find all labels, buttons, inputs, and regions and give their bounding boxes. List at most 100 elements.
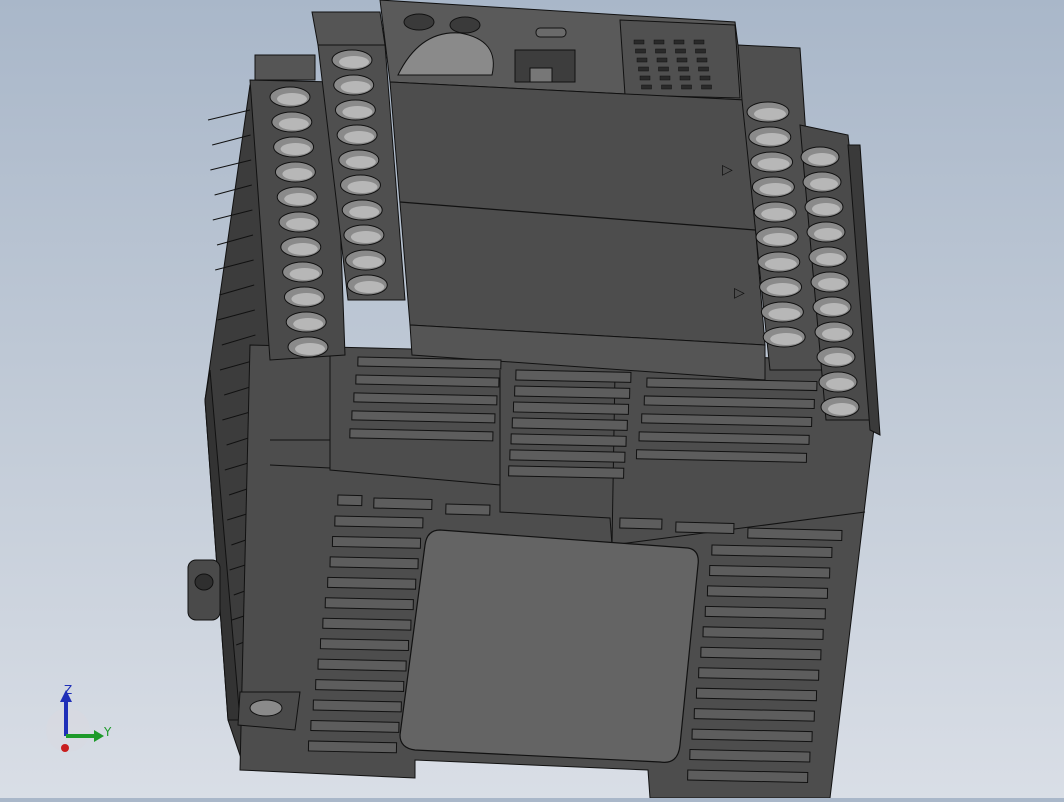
vent-slot bbox=[702, 626, 824, 640]
vent-slot bbox=[689, 749, 811, 763]
y-axis-head bbox=[94, 730, 104, 742]
terminal-screw-hole-inner bbox=[287, 243, 318, 255]
vent-slot bbox=[695, 687, 818, 702]
vent-slot bbox=[700, 646, 822, 661]
vent-slot bbox=[510, 433, 627, 447]
led-slot bbox=[653, 39, 665, 45]
vent-slot bbox=[310, 719, 400, 733]
vent-slot bbox=[709, 564, 831, 579]
vent-slot bbox=[319, 638, 410, 652]
terminal-screw-hole-inner bbox=[277, 93, 307, 105]
vent-slot bbox=[509, 449, 626, 463]
terminal-screw-hole-inner bbox=[284, 193, 315, 205]
vent-slot bbox=[327, 576, 417, 590]
vent-slot bbox=[687, 769, 809, 784]
led-slot bbox=[641, 84, 652, 90]
led-slot bbox=[633, 39, 645, 45]
mounting-foot bbox=[237, 691, 301, 731]
terminal-screw-hole-inner bbox=[286, 218, 316, 230]
terminal-screw-hole-inner bbox=[818, 278, 846, 290]
led-slot bbox=[636, 57, 648, 63]
terminal-screw-hole-inner bbox=[293, 318, 324, 330]
terminal-screw-hole-inner bbox=[761, 208, 794, 220]
terminal-cover: ▷ ▷ bbox=[389, 81, 766, 381]
vent-slot bbox=[334, 515, 424, 529]
terminal-screw-hole-inner bbox=[345, 156, 376, 168]
led-slot bbox=[673, 39, 685, 45]
vent-slot bbox=[331, 535, 422, 549]
led-slot bbox=[698, 66, 709, 72]
led-slot bbox=[696, 57, 708, 63]
terminal-screw-hole-inner bbox=[295, 343, 325, 355]
rib-line bbox=[207, 109, 251, 121]
led-slot bbox=[701, 84, 712, 90]
vent-tab bbox=[373, 497, 433, 511]
terminal-screw-hole-inner bbox=[754, 108, 786, 120]
plc-model-render[interactable]: ▷ ▷ bbox=[0, 0, 1064, 799]
vent-slot bbox=[312, 699, 402, 713]
led-slot bbox=[699, 75, 711, 81]
terminal-screw-hole-inner bbox=[768, 308, 801, 320]
terminal-screw-hole-inner bbox=[763, 233, 795, 245]
terminal-screw-hole-inner bbox=[349, 206, 380, 218]
vent-slot bbox=[512, 401, 630, 415]
vent-slot bbox=[508, 465, 625, 479]
vent-slot bbox=[511, 417, 628, 431]
vent-tab bbox=[445, 503, 491, 516]
led-slot bbox=[693, 39, 705, 45]
vent-slot bbox=[322, 617, 412, 631]
cover-arrow-lower: ▷ bbox=[734, 285, 745, 301]
terminal-screw-hole-inner bbox=[759, 183, 792, 195]
terminal-screw-hole-inner bbox=[757, 158, 790, 170]
vent-slot bbox=[704, 605, 826, 620]
led-slot bbox=[661, 84, 672, 90]
led-slot bbox=[681, 84, 692, 90]
x-axis-point bbox=[61, 744, 69, 752]
vent-slot bbox=[329, 556, 419, 570]
cad-viewport[interactable]: ▷ ▷ Z Y bbox=[0, 0, 1064, 799]
vent-tab bbox=[337, 494, 363, 507]
terminal-screw-hole-inner bbox=[808, 153, 836, 165]
vent-slot bbox=[706, 585, 829, 599]
z-axis-label: Z bbox=[64, 683, 72, 697]
terminal-screw-hole-inner bbox=[342, 106, 373, 118]
y-axis-label: Y bbox=[103, 725, 112, 739]
terminal-screw-hole-inner bbox=[816, 253, 844, 265]
led-slot bbox=[635, 48, 646, 54]
led-slot bbox=[655, 48, 666, 54]
terminal-screw-hole-inner bbox=[282, 168, 313, 180]
terminal-screw-hole-inner bbox=[824, 353, 852, 365]
led-slot bbox=[679, 75, 691, 81]
led-slot bbox=[638, 66, 649, 72]
vent-slot bbox=[307, 740, 398, 754]
terminal-screw-hole-inner bbox=[764, 258, 797, 270]
terminal-screw-hole-inner bbox=[340, 81, 371, 93]
din-rail-clip bbox=[187, 559, 221, 621]
led-slot bbox=[675, 48, 686, 54]
terminal-screw-hole-inner bbox=[339, 56, 369, 68]
vent-slot bbox=[693, 708, 815, 722]
led-slot bbox=[659, 75, 671, 81]
led-slot bbox=[676, 57, 688, 63]
terminal-screw-hole-inner bbox=[814, 228, 842, 240]
axis-triad: Z Y bbox=[46, 683, 112, 752]
terminal-screw-hole-inner bbox=[766, 283, 799, 295]
terminal-screw-hole-inner bbox=[822, 328, 850, 340]
vent-slot bbox=[514, 385, 631, 399]
terminal-screw-hole-inner bbox=[828, 403, 856, 415]
led-slot bbox=[658, 66, 669, 72]
terminal-screw-hole-inner bbox=[820, 303, 848, 315]
vent-tab bbox=[675, 521, 735, 535]
label-recess bbox=[399, 529, 699, 763]
terminal-screw-hole-inner bbox=[810, 178, 838, 190]
terminal-screw-hole-inner bbox=[291, 293, 322, 305]
vent-slot bbox=[324, 597, 414, 611]
terminal-screw-hole-inner bbox=[278, 118, 309, 130]
led-slot bbox=[695, 48, 706, 54]
vent-tab bbox=[619, 517, 663, 530]
cover-arrow-upper: ▷ bbox=[722, 162, 733, 178]
terminal-screw-hole-inner bbox=[289, 268, 320, 280]
terminal-screw-hole-inner bbox=[347, 181, 378, 193]
led-slot bbox=[656, 57, 668, 63]
terminal-screw-hole-inner bbox=[812, 203, 840, 215]
